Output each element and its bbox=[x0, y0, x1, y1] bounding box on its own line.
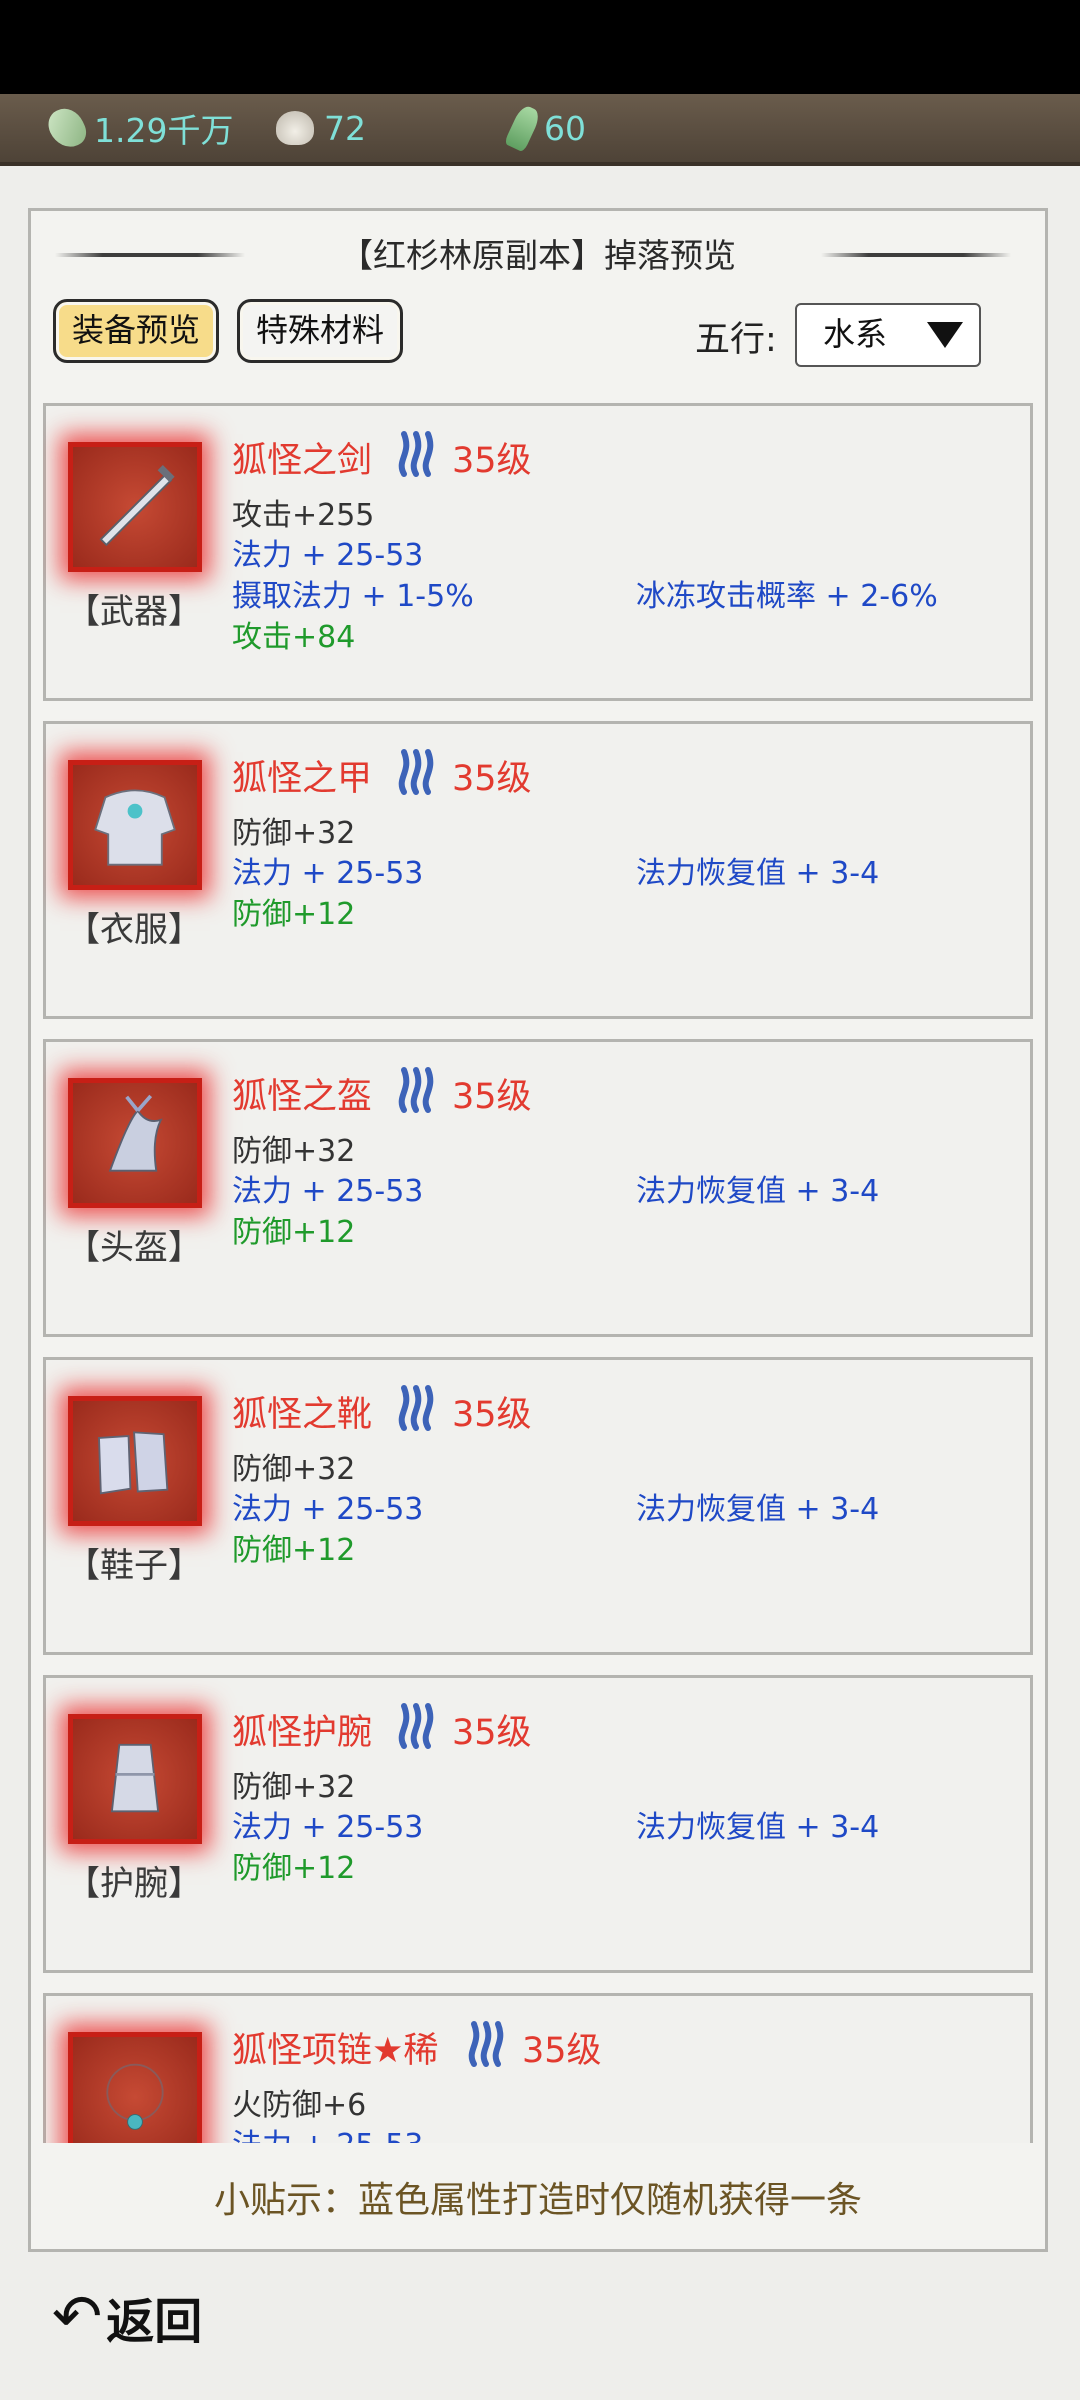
item-name: 狐怪之剑 bbox=[232, 441, 373, 481]
tab-special-materials[interactable]: 特殊材料 bbox=[237, 299, 404, 363]
item-base-attr: 火防御+6 bbox=[232, 2088, 367, 2123]
item-blue-attr: 法力 + 25-53 bbox=[232, 1810, 424, 1845]
item-image[interactable] bbox=[68, 760, 202, 890]
leaf-icon bbox=[503, 103, 543, 153]
item-blue-attr: 法力恢复值 + 3-4 bbox=[636, 1174, 880, 1209]
item-blue-attr: 法力 + 25-53 bbox=[232, 856, 424, 891]
item-blue-attr: 摄取法力 + 1-5% bbox=[232, 579, 474, 614]
item-slot: 【武器】 bbox=[66, 592, 202, 632]
item-slot: 【衣服】 bbox=[66, 910, 202, 950]
resource-leaf: 60 bbox=[503, 94, 586, 162]
item-base-attr: 防御+32 bbox=[232, 1134, 356, 1169]
shell-icon bbox=[276, 111, 314, 145]
item-blue-attr: 法力恢复值 + 3-4 bbox=[636, 1492, 880, 1527]
item-name: 狐怪之盔 bbox=[232, 1077, 373, 1117]
item-level: 35级 bbox=[452, 1713, 532, 1753]
water-element-icon bbox=[464, 2020, 508, 2072]
jade-icon bbox=[43, 102, 91, 154]
wuxing-label: 五行: bbox=[695, 320, 777, 360]
water-element-icon bbox=[394, 430, 438, 482]
back-arrow-icon: ↶ bbox=[52, 2282, 103, 2352]
item-level: 35级 bbox=[452, 1395, 532, 1435]
item-card[interactable]: 【鞋子】 狐怪之靴 35级防御+32 法力 + 25-53 法力恢复值 + 3-4 防御+… bbox=[43, 1357, 1033, 1655]
item-image[interactable] bbox=[68, 442, 202, 572]
item-slot: 【头盔】 bbox=[66, 1228, 202, 1268]
item-level: 35级 bbox=[452, 759, 532, 799]
item-base-attr: 防御+32 bbox=[232, 1770, 356, 1805]
drop-preview-panel: 【红杉林原副本】掉落预览 装备预览 特殊材料 五行: 水系 【武器】 狐怪之剑 35… bbox=[28, 208, 1048, 2252]
item-level: 35级 bbox=[522, 2031, 602, 2071]
title-divider-right bbox=[821, 253, 1011, 257]
item-image[interactable] bbox=[68, 2032, 202, 2143]
item-base-attr: 防御+32 bbox=[232, 1452, 356, 1487]
item-blue-attr: 法力恢复值 + 3-4 bbox=[636, 856, 880, 891]
water-element-icon bbox=[394, 1066, 438, 1118]
item-card[interactable]: 【武器】 狐怪之剑 35级攻击+255 法力 + 25-53 摄取法力 + 1-5% 冰冻… bbox=[43, 403, 1033, 701]
item-card[interactable]: 【护腕】 狐怪护腕 35级防御+32 法力 + 25-53 法力恢复值 + 3-4 防御+… bbox=[43, 1675, 1033, 1973]
item-level: 35级 bbox=[452, 1077, 532, 1117]
item-green-attr: 攻击+84 bbox=[232, 620, 356, 655]
resource-leaf-value: 60 bbox=[544, 108, 586, 148]
item-base-attr: 攻击+255 bbox=[232, 498, 375, 533]
water-element-icon bbox=[394, 1384, 438, 1436]
resource-shell-value: 72 bbox=[324, 108, 366, 148]
item-card[interactable]: 狐怪项链★稀 35级火防御+6法力 + 25-53 bbox=[43, 1993, 1033, 2143]
water-element-icon bbox=[394, 748, 438, 800]
item-card[interactable]: 【头盔】 狐怪之盔 35级防御+32 法力 + 25-53 法力恢复值 + 3-4 防御+… bbox=[43, 1039, 1033, 1337]
item-image[interactable] bbox=[68, 1714, 202, 1844]
tab-equipment-preview[interactable]: 装备预览 bbox=[53, 299, 220, 363]
item-slot: 【鞋子】 bbox=[66, 1546, 202, 1586]
wuxing-select[interactable]: 水系 bbox=[795, 303, 981, 367]
back-label: 返回 bbox=[106, 2294, 203, 2350]
water-element-icon bbox=[394, 1702, 438, 1754]
item-level: 35级 bbox=[452, 441, 532, 481]
item-slot: 【护腕】 bbox=[66, 1864, 202, 1904]
item-name: 狐怪之甲 bbox=[232, 759, 373, 799]
item-blue-attr: 冰冻攻击概率 + 2-6% bbox=[636, 579, 938, 614]
item-green-attr: 防御+12 bbox=[232, 897, 356, 932]
tip-text: 小贴示：蓝色属性打造时仅随机获得一条 bbox=[213, 2180, 862, 2221]
status-bar bbox=[0, 0, 1080, 94]
item-image[interactable] bbox=[68, 1078, 202, 1208]
wuxing-selected-value: 水系 bbox=[823, 315, 888, 353]
item-blue-attr: 法力 + 25-53 bbox=[232, 1174, 424, 1209]
item-blue-attr: 法力 + 25-53 bbox=[232, 538, 424, 573]
item-name: 狐怪之靴 bbox=[232, 1395, 373, 1435]
dropdown-caret-icon bbox=[927, 322, 963, 348]
resource-bar: 1.29千万 72 60 bbox=[0, 94, 1080, 166]
item-list[interactable]: 【武器】 狐怪之剑 35级 攻击+255 法力 + 25-53 摄取法力 + 1-5% 冰冻… bbox=[43, 403, 1033, 2143]
item-green-attr: 防御+12 bbox=[232, 1215, 356, 1250]
item-green-attr: 防御+12 bbox=[232, 1851, 356, 1886]
item-base-attr: 防御+32 bbox=[232, 816, 356, 851]
item-card[interactable]: 【衣服】 狐怪之甲 35级防御+32 法力 + 25-53 法力恢复值 + 3-4 防御+… bbox=[43, 721, 1033, 1019]
resource-jade: 1.29千万 bbox=[43, 94, 234, 162]
item-image[interactable] bbox=[68, 1396, 202, 1526]
item-name: 狐怪项链★稀 bbox=[232, 2031, 439, 2071]
item-name: 狐怪护腕 bbox=[232, 1713, 373, 1753]
resource-shell: 72 bbox=[276, 94, 366, 162]
resource-jade-value: 1.29千万 bbox=[94, 111, 234, 150]
item-blue-attr: 法力 + 25-53 bbox=[232, 2120, 423, 2143]
item-green-attr: 防御+12 bbox=[232, 1533, 356, 1568]
item-blue-attr: 法力 + 25-53 bbox=[232, 1492, 424, 1527]
back-button[interactable]: ↶ 返回 bbox=[52, 2282, 202, 2352]
item-blue-attr: 法力恢复值 + 3-4 bbox=[636, 1810, 880, 1845]
